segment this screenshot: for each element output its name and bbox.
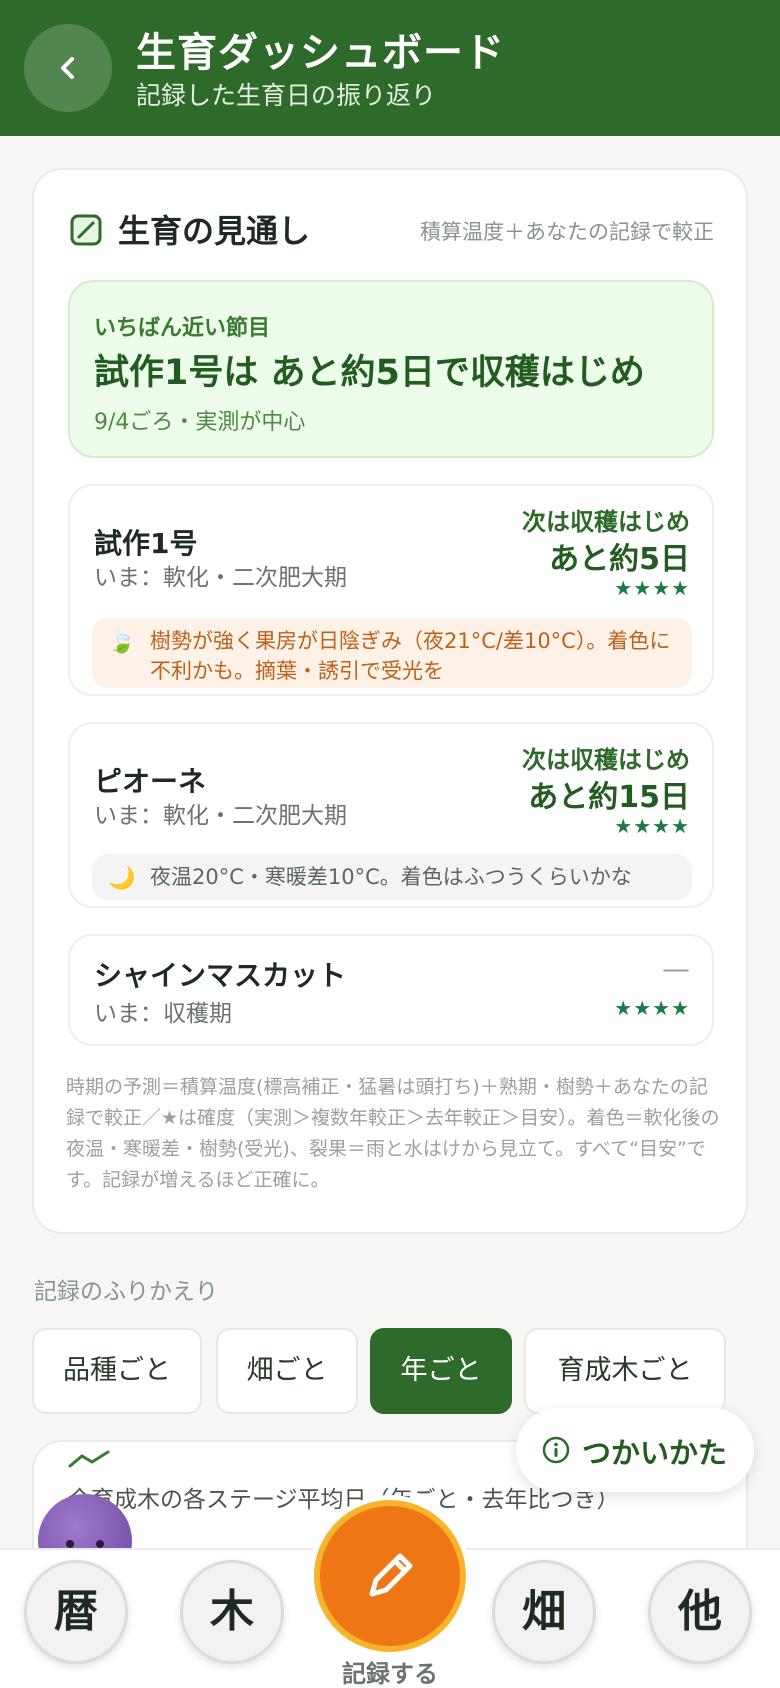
days-remaining: あと約5日 — [549, 542, 690, 577]
tab-by-young-tree[interactable]: 育成木ごと — [524, 1328, 726, 1414]
nav-other[interactable]: 他 — [648, 1560, 752, 1664]
leaf-icon: 🍃 — [108, 630, 136, 655]
pencil-icon — [369, 1553, 413, 1597]
chevron-left-icon — [61, 57, 74, 79]
nav-calendar[interactable]: 暦 — [24, 1560, 128, 1664]
tab-by-year[interactable]: 年ごと — [370, 1328, 512, 1414]
tab-by-variety[interactable]: 品種ごと — [32, 1328, 202, 1414]
confidence-stars: ★★★★ — [614, 576, 690, 600]
next-stage: — — [662, 952, 690, 985]
review-section-label: 記録のふりかえり — [34, 1279, 218, 1305]
milestone-date: 9/4ごろ・実測が中心 — [94, 410, 306, 435]
milestone-text: 試作1号は あと約5日で収穫はじめ — [94, 353, 645, 393]
days-remaining: あと約15日 — [528, 780, 690, 815]
variety-card-shisaku1[interactable]: 試作1号 いま：軟化・二次肥大期 次は収穫はじめ あと約5日 ★★★★ 🍃 樹勢… — [68, 484, 714, 696]
advice-note: 🌙 夜温20°C・寒暖差10°C。着色はふつうくらいかな — [92, 854, 692, 900]
app-header: 生育ダッシュボード 記録した生育日の振り返り — [0, 0, 780, 136]
variety-stage: いま：軟化・二次肥大期 — [94, 565, 347, 591]
variety-card-shine-muscat[interactable]: シャインマスカット いま：収穫期 — ★★★★ — [68, 934, 714, 1046]
variety-stage: いま：収穫期 — [94, 1001, 232, 1027]
tab-by-field[interactable]: 畑ごと — [216, 1328, 358, 1414]
prediction-footnote: 時期の予測＝積算温度(標高補正・猛暑は頭打ち)＋熟期・樹勢＋あなたの記録で較正／… — [66, 1076, 720, 1191]
moon-icon: 🌙 — [108, 866, 136, 891]
record-label: 記録する — [342, 1660, 438, 1688]
nav-trees[interactable]: 木 — [180, 1560, 284, 1664]
variety-stage: いま：軟化・二次肥大期 — [94, 803, 347, 829]
variety-card-pione[interactable]: ピオーネ いま：軟化・二次肥大期 次は収穫はじめ あと約15日 ★★★★ 🌙 夜… — [68, 722, 714, 908]
advice-text: 夜温20°C・寒暖差10°C。着色はふつうくらいかな — [150, 865, 632, 889]
next-stage: 次は収穫はじめ — [522, 746, 690, 774]
help-button[interactable]: つかいかた — [516, 1408, 754, 1492]
next-stage: 次は収穫はじめ — [522, 508, 690, 536]
mascot-eye — [96, 1540, 104, 1548]
chart-icon — [68, 1450, 110, 1468]
outlook-note: 積算温度＋あなたの記録で較正 — [420, 220, 714, 244]
help-label: つかいかた — [582, 1436, 728, 1470]
nav-fields[interactable]: 畑 — [492, 1560, 596, 1664]
nearest-milestone-banner[interactable]: いちばん近い節目 試作1号は あと約5日で収穫はじめ 9/4ごろ・実測が中心 — [68, 280, 714, 458]
variety-name: シャインマスカット — [94, 959, 347, 992]
outlook-title: 生育の見通し — [118, 212, 311, 250]
milestone-label: いちばん近い節目 — [94, 316, 271, 341]
page-subtitle: 記録した生育日の振り返り — [136, 81, 437, 110]
variety-name: 試作1号 — [94, 527, 198, 560]
page-title: 生育ダッシュボード — [136, 30, 505, 76]
advice-text: 樹勢が強く果房が日陰ぎみ（夜21°C/差10°C）。着色に不利かも。摘葉・誘引で… — [150, 629, 671, 683]
outlook-card: 生育の見通し 積算温度＋あなたの記録で較正 いちばん近い節目 試作1号は あと約… — [32, 168, 748, 1234]
record-button[interactable] — [314, 1500, 466, 1652]
variety-name: ピオーネ — [94, 765, 207, 798]
trend-icon — [70, 214, 102, 246]
info-icon — [542, 1436, 570, 1464]
confidence-stars: ★★★★ — [614, 996, 690, 1020]
mascot-eye — [66, 1540, 74, 1548]
confidence-stars: ★★★★ — [614, 814, 690, 838]
back-button[interactable] — [24, 24, 112, 112]
advice-note: 🍃 樹勢が強く果房が日陰ぎみ（夜21°C/差10°C）。着色に不利かも。摘葉・誘… — [92, 618, 692, 688]
